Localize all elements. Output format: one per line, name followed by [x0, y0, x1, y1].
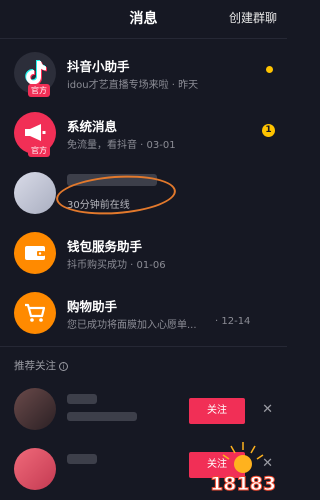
- message-item-shopping[interactable]: 购物助手 您已成功将面膜加入心愿单... · 12-14: [0, 284, 287, 344]
- wallet-icon: [14, 232, 56, 274]
- blurred-name: [67, 454, 97, 464]
- follow-button[interactable]: 关注: [189, 398, 245, 424]
- message-item-wallet[interactable]: 钱包服务助手 抖币购买成功 · 01-06: [0, 224, 287, 284]
- message-preview: 免流量，看抖音 · 03-01: [67, 140, 176, 151]
- message-date: · 12-14: [215, 316, 251, 327]
- official-badge: 官方: [28, 144, 50, 157]
- avatar: [14, 232, 56, 274]
- avatar: [14, 388, 56, 430]
- unread-count: 1: [262, 124, 275, 137]
- close-icon[interactable]: ✕: [262, 402, 273, 417]
- message-preview: idou才艺直播专场来啦 · 昨天: [67, 80, 199, 91]
- official-badge: 官方: [28, 84, 50, 97]
- info-icon[interactable]: i: [59, 361, 68, 371]
- watermark-logo: 18183: [203, 438, 283, 498]
- message-item-system[interactable]: 官方 系统消息 免流量，看抖音 · 03-01 1: [0, 104, 287, 164]
- recommend-title: 推荐关注: [14, 360, 56, 372]
- watermark-text: 18183: [210, 473, 276, 495]
- message-preview: 抖币购买成功 · 01-06: [67, 260, 166, 271]
- recommend-item[interactable]: 关注 ✕: [0, 382, 287, 442]
- message-name: 系统消息: [67, 119, 118, 134]
- avatar: [14, 172, 56, 214]
- message-preview: 您已成功将面膜加入心愿单...: [67, 320, 197, 331]
- message-name: 抖音小助手: [67, 59, 130, 74]
- create-group-button[interactable]: 创建群聊: [229, 9, 277, 26]
- section-divider: [0, 346, 287, 347]
- header-divider: [0, 38, 287, 39]
- blurred-name: [67, 394, 97, 404]
- message-item-douyin-assistant[interactable]: 官方 抖音小助手 idou才艺直播专场来啦 · 昨天: [0, 44, 287, 104]
- cart-icon: [14, 292, 56, 334]
- unread-dot: [266, 66, 273, 73]
- message-name: 购物助手: [67, 299, 118, 314]
- header: 消息 创建群聊: [0, 0, 287, 38]
- recommend-section-title: 推荐关注 i: [14, 358, 68, 373]
- message-name: 钱包服务助手: [67, 239, 143, 254]
- avatar: [14, 448, 56, 490]
- avatar: [14, 292, 56, 334]
- blurred-description: [67, 412, 137, 421]
